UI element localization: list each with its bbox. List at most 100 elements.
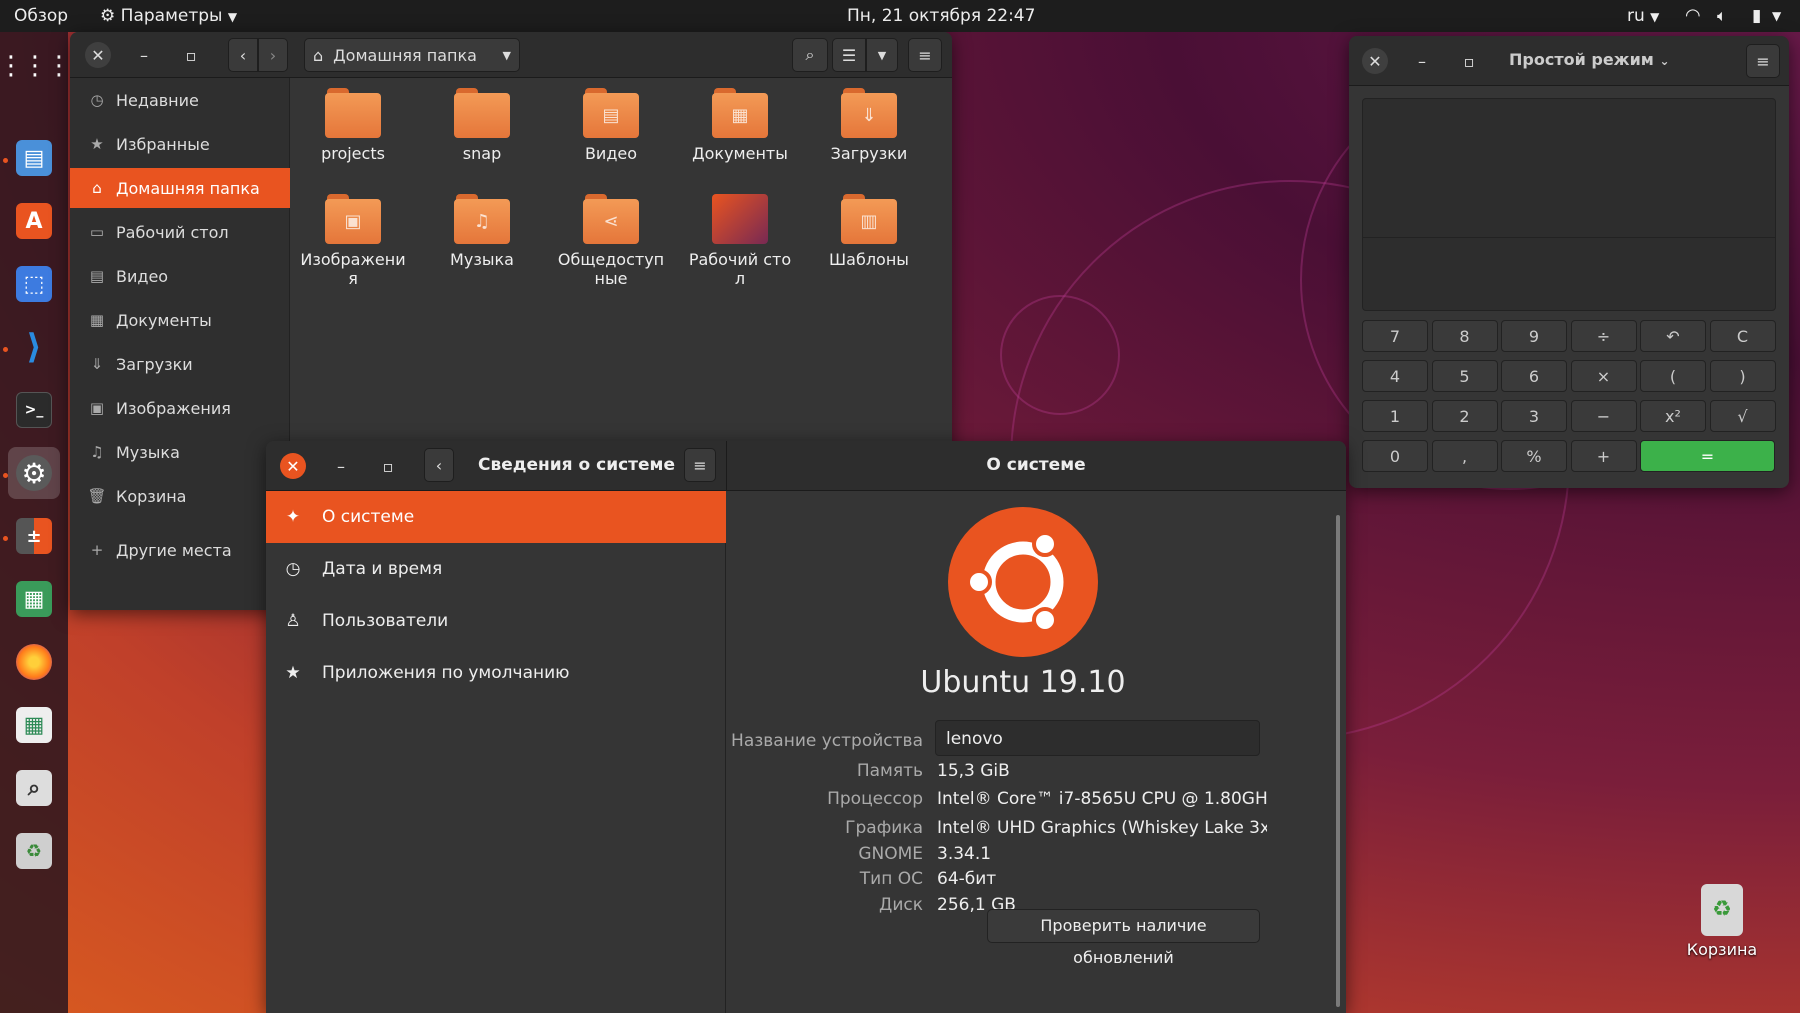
maximize-button[interactable]: ▫ xyxy=(178,42,204,68)
system-monitor-app-icon[interactable]: ▦ xyxy=(8,573,60,625)
device-name-field[interactable]: lenovo xyxy=(935,720,1260,756)
sidebar-item-image[interactable]: ▣ Изображения xyxy=(70,388,290,428)
back-button[interactable]: ‹ xyxy=(424,448,454,482)
scrollbar[interactable] xyxy=(1336,515,1340,1007)
location-bar[interactable]: ⌂ Домашняя папка ▼ xyxy=(304,38,520,72)
minimize-button[interactable]: – xyxy=(328,453,354,479)
menu-button[interactable]: ≡ xyxy=(908,38,942,72)
folder-item[interactable]: ▦ Документы xyxy=(685,88,795,163)
clock-button[interactable]: Пн, 21 октября 22:47 xyxy=(847,0,1035,32)
sidebar-item-star[interactable]: ★ Избранные xyxy=(70,124,290,164)
folder-item[interactable]: ▣ Изображения xyxy=(298,194,408,288)
calc-key[interactable]: % xyxy=(1501,440,1567,472)
sidebar-item-document[interactable]: ▦ Документы xyxy=(70,300,290,340)
info-value: Intel® UHD Graphics (Whiskey Lake 3x8 G… xyxy=(937,818,1267,838)
sidebar-item-trash[interactable]: 🗑︎ Корзина xyxy=(70,476,290,516)
settings-menu-item[interactable]: ◷ Дата и время xyxy=(266,543,726,595)
sidebar-item-plus[interactable]: + Другие места xyxy=(70,530,290,570)
spreadsheet-app-icon[interactable]: ▦ xyxy=(8,699,60,751)
sidebar-item-home[interactable]: ⌂ Домашняя папка xyxy=(70,168,290,208)
view-options-button[interactable]: ▼ xyxy=(866,38,898,72)
screenshot-app-icon[interactable]: ⬚ xyxy=(8,258,60,310)
calc-key[interactable]: ÷ xyxy=(1570,320,1637,352)
back-button[interactable]: ‹ xyxy=(228,38,258,72)
calc-key[interactable]: 9 xyxy=(1501,320,1567,352)
settings-menu-item[interactable]: ★ Приложения по умолчанию xyxy=(266,647,726,699)
terminal-app-icon[interactable]: >_ xyxy=(8,384,60,436)
software-center-icon[interactable]: A xyxy=(8,195,60,247)
firefox-app-icon[interactable] xyxy=(8,636,60,688)
files-app-icon[interactable]: ▤ xyxy=(8,132,60,184)
close-button[interactable]: ✕ xyxy=(85,42,111,68)
caret-down-icon: ▼ xyxy=(877,48,887,62)
maximize-button[interactable]: ▫ xyxy=(375,453,401,479)
folder-icon: ▤ xyxy=(583,88,639,138)
calc-key[interactable]: 7 xyxy=(1362,320,1428,352)
calc-key[interactable]: 2 xyxy=(1431,400,1498,432)
folder-item[interactable]: ▤ Видео xyxy=(556,88,666,163)
sidebar-item-clock[interactable]: ◷ Недавние xyxy=(70,80,290,120)
sidebar-item-download[interactable]: ⇓ Загрузки xyxy=(70,344,290,384)
minimize-button[interactable]: – xyxy=(1409,48,1435,74)
calc-key[interactable]: 5 xyxy=(1431,360,1498,392)
calc-key[interactable]: 6 xyxy=(1501,360,1567,392)
close-button[interactable]: ✕ xyxy=(1362,48,1388,74)
sidebar-item-desktop[interactable]: ▭ Рабочий стол xyxy=(70,212,290,252)
folder-item[interactable]: snap xyxy=(427,88,537,163)
calc-key[interactable]: 1 xyxy=(1362,400,1428,432)
language-button[interactable]: ru ▼ xyxy=(1627,0,1659,32)
desktop-trash[interactable]: ♻ Корзина xyxy=(1680,884,1764,959)
folder-item[interactable]: ⋖ Общедоступные xyxy=(556,194,666,288)
activities-button[interactable]: Обзор xyxy=(14,0,68,32)
calc-key[interactable]: ( xyxy=(1640,360,1706,392)
calc-key[interactable]: 8 xyxy=(1431,320,1498,352)
view-list-button[interactable]: ☰ xyxy=(832,38,866,72)
calc-key[interactable]: + xyxy=(1570,440,1637,472)
search-button[interactable]: ⌕ xyxy=(792,38,828,72)
menu-button[interactable]: ≡ xyxy=(684,448,716,482)
calc-key[interactable]: ↶ xyxy=(1640,320,1706,352)
menu-button[interactable]: ≡ xyxy=(1746,44,1780,78)
sidebar-item-video[interactable]: ▤ Видео xyxy=(70,256,290,296)
maximize-button[interactable]: ▫ xyxy=(1456,48,1482,74)
calc-key[interactable]: √ xyxy=(1709,400,1776,432)
app-menu-button[interactable]: ⚙ Параметры ▼ xyxy=(100,0,237,32)
system-menu-caret-icon[interactable]: ▼ xyxy=(1772,0,1781,32)
calculator-app-icon[interactable]: ± xyxy=(8,510,60,562)
battery-icon[interactable]: ▮ xyxy=(1752,0,1761,32)
check-updates-button[interactable]: Проверить наличие обновлений xyxy=(987,909,1260,967)
calc-key[interactable]: C xyxy=(1709,320,1776,352)
sidebar-item-music[interactable]: ♫ Музыка xyxy=(70,432,290,472)
forward-button[interactable]: › xyxy=(258,38,288,72)
mode-selector[interactable]: Простой режим ⌄ xyxy=(1509,50,1670,69)
settings-menu-item[interactable]: ♙ Пользователи xyxy=(266,595,726,647)
wifi-icon[interactable]: ◠ xyxy=(1685,0,1701,32)
show-apps-button[interactable]: ⋮⋮⋮ xyxy=(0,40,72,92)
trash-app-icon[interactable]: ♻ xyxy=(8,825,60,877)
minimize-button[interactable]: – xyxy=(131,42,157,68)
settings-menu-item[interactable]: ✦ О системе xyxy=(266,491,726,543)
calc-key[interactable]: = xyxy=(1640,440,1775,472)
calc-key[interactable]: ) xyxy=(1709,360,1776,392)
folder-item[interactable]: ⇓ Загрузки xyxy=(814,88,924,163)
sidebar-item-label: Документы xyxy=(116,310,212,330)
sidebar-item-label: Видео xyxy=(116,266,169,286)
search-app-icon[interactable]: ⌕ xyxy=(8,762,60,814)
vscode-app-icon[interactable]: ⟩ xyxy=(8,321,60,373)
calc-key[interactable]: 4 xyxy=(1362,360,1428,392)
folder-item[interactable]: ▥ Шаблоны xyxy=(814,194,924,269)
calc-key[interactable]: 3 xyxy=(1501,400,1567,432)
folder-item[interactable]: Рабочий стол xyxy=(685,194,795,288)
calculator-display[interactable] xyxy=(1362,98,1776,311)
close-button[interactable]: ✕ xyxy=(280,453,306,479)
calc-key[interactable]: − xyxy=(1570,400,1637,432)
folder-item[interactable]: ♫ Музыка xyxy=(427,194,537,269)
volume-icon[interactable]: 🔈︎ xyxy=(1717,0,1727,32)
calc-key[interactable]: 0 xyxy=(1362,440,1428,472)
app-menu-label: Параметры xyxy=(120,6,223,26)
folder-item[interactable]: projects xyxy=(298,88,408,163)
calc-key[interactable]: , xyxy=(1431,440,1498,472)
calc-key[interactable]: × xyxy=(1570,360,1637,392)
calc-key[interactable]: x² xyxy=(1640,400,1706,432)
settings-app-icon[interactable]: ⚙ xyxy=(8,447,60,499)
